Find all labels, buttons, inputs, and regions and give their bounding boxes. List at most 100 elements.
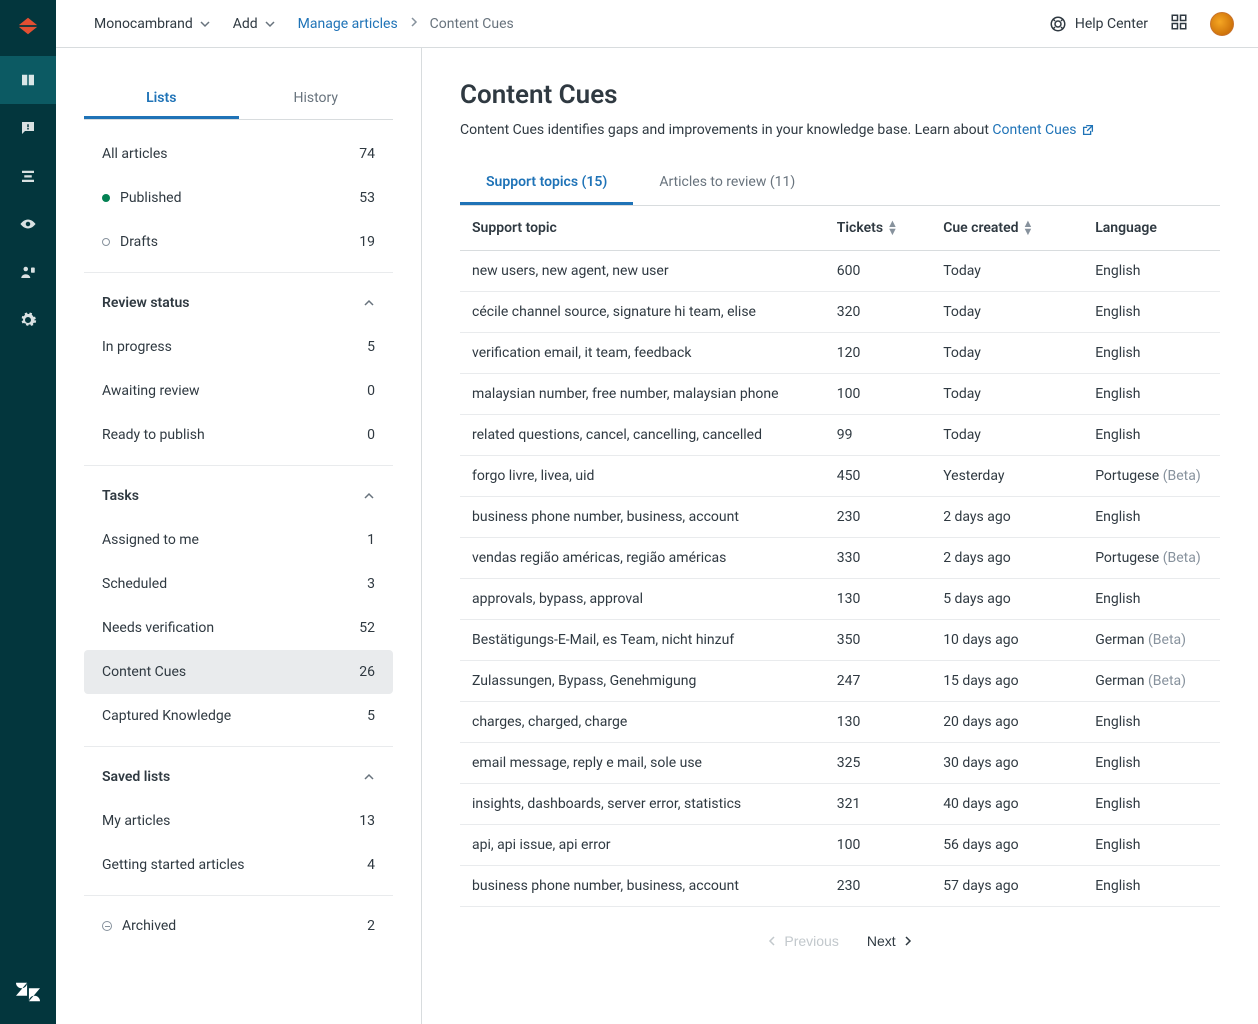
sidebar-item-label: Awaiting review — [102, 383, 200, 399]
sidebar-item[interactable]: In progress5 — [84, 325, 393, 369]
breadcrumb-current: Content Cues — [430, 16, 514, 32]
breadcrumb-link[interactable]: Manage articles — [298, 16, 398, 32]
sidebar-item-count: 26 — [359, 664, 375, 680]
table-row[interactable]: business phone number, business, account… — [460, 866, 1220, 907]
tab-articles-to-review[interactable]: Articles to review (11) — [633, 162, 821, 205]
sidebar-item-archived[interactable]: Archived 2 — [84, 904, 393, 948]
cell-topic: malaysian number, free number, malaysian… — [460, 374, 825, 415]
tab-label: Support topics — [486, 174, 578, 190]
table-row[interactable]: vendas região américas, região américas3… — [460, 538, 1220, 579]
sidebar-item-label: Drafts — [120, 234, 158, 250]
cell-language: English — [1083, 497, 1220, 538]
col-header-language[interactable]: Language — [1083, 206, 1220, 251]
workspace-dropdown[interactable]: Monocambrand — [94, 16, 211, 32]
sidebar-item[interactable]: Awaiting review 0 — [84, 369, 393, 413]
help-label: Help Center — [1075, 16, 1148, 32]
sort-icon: ▲▼ — [887, 220, 898, 236]
sidebar-item-label: In progress — [102, 339, 172, 355]
sidebar-item-count: 52 — [359, 620, 375, 636]
status-dot-draft-icon — [102, 238, 110, 246]
cell-tickets: 325 — [825, 743, 931, 784]
table-row[interactable]: charges, charged, charge13020 days agoEn… — [460, 702, 1220, 743]
avatar[interactable] — [1210, 12, 1234, 36]
cell-tickets: 320 — [825, 292, 931, 333]
col-header-topic[interactable]: Support topic — [460, 206, 825, 251]
sidebar-item-label: Scheduled — [102, 576, 167, 592]
sidebar-item[interactable]: Ready to publish 0 — [84, 413, 393, 457]
table-row[interactable]: Bestätigungs-E-Mail, es Team, nicht hinz… — [460, 620, 1220, 661]
col-header-created[interactable]: Cue created▲▼ — [931, 206, 1083, 251]
tab-count: (15) — [582, 174, 608, 190]
table-row[interactable]: malaysian number, free number, malaysian… — [460, 374, 1220, 415]
sidebar-item[interactable]: Needs verification52 — [84, 606, 393, 650]
button-label: Next — [867, 933, 896, 949]
cell-created: 2 days ago — [931, 497, 1083, 538]
nav-arrange-icon[interactable] — [0, 152, 56, 200]
section-label: Review status — [102, 295, 189, 311]
col-label: Language — [1095, 220, 1157, 236]
sidebar-item-label: Ready to publish — [102, 427, 205, 443]
cell-created: 30 days ago — [931, 743, 1083, 784]
table-row[interactable]: verification email, it team, feedback120… — [460, 333, 1220, 374]
topbar: Monocambrand Add Manage articles Content… — [56, 0, 1258, 48]
sidebar-tab-history[interactable]: History — [239, 80, 394, 119]
nav-users-icon[interactable] — [0, 248, 56, 296]
cell-language: English — [1083, 415, 1220, 456]
table-row[interactable]: Zulassungen, Bypass, Genehmigung24715 da… — [460, 661, 1220, 702]
sidebar-tab-lists[interactable]: Lists — [84, 80, 239, 119]
cell-tickets: 321 — [825, 784, 931, 825]
apps-icon[interactable] — [1170, 13, 1188, 35]
nav-eye-icon[interactable] — [0, 200, 56, 248]
sidebar-item[interactable]: Captured Knowledge5 — [84, 694, 393, 738]
add-dropdown[interactable]: Add — [233, 16, 276, 32]
chevron-right-icon — [902, 935, 914, 947]
table-row[interactable]: new users, new agent, new user600TodayEn… — [460, 251, 1220, 292]
cell-topic: cécile channel source, signature hi team… — [460, 292, 825, 333]
sidebar-item[interactable]: Assigned to me1 — [84, 518, 393, 562]
table-row[interactable]: cécile channel source, signature hi team… — [460, 292, 1220, 333]
table-row[interactable]: approvals, bypass, approval1305 days ago… — [460, 579, 1220, 620]
next-button[interactable]: Next — [867, 933, 914, 949]
table-row[interactable]: forgo livre, livea, uid450YesterdayPortu… — [460, 456, 1220, 497]
chevron-up-icon — [363, 771, 375, 783]
cell-language: Portugese (Beta) — [1083, 456, 1220, 497]
sidebar-item[interactable]: Content Cues26 — [84, 650, 393, 694]
beta-badge: (Beta) — [1163, 550, 1201, 566]
learn-more-link[interactable]: Content Cues — [992, 122, 1094, 138]
col-label: Tickets — [837, 220, 883, 236]
sidebar-section-review[interactable]: Review status — [84, 281, 393, 325]
cell-created: 5 days ago — [931, 579, 1083, 620]
sidebar-section-saved[interactable]: Saved lists — [84, 755, 393, 799]
table-row[interactable]: business phone number, business, account… — [460, 497, 1220, 538]
sidebar-item[interactable]: Scheduled3 — [84, 562, 393, 606]
cell-created: 57 days ago — [931, 866, 1083, 907]
sidebar-item-published[interactable]: Published 53 — [84, 176, 393, 220]
sidebar-item[interactable]: Getting started articles4 — [84, 843, 393, 887]
nav-guide-icon[interactable] — [0, 56, 56, 104]
cell-tickets: 130 — [825, 579, 931, 620]
sidebar-item-label: Assigned to me — [102, 532, 199, 548]
prev-button[interactable]: Previous — [766, 933, 838, 949]
col-header-tickets[interactable]: Tickets▲▼ — [825, 206, 931, 251]
chevron-left-icon — [766, 935, 778, 947]
sidebar-item-count: 0 — [367, 383, 375, 399]
sidebar-item[interactable]: My articles13 — [84, 799, 393, 843]
table-row[interactable]: email message, reply e mail, sole use325… — [460, 743, 1220, 784]
sidebar-item-all-articles[interactable]: All articles 74 — [84, 132, 393, 176]
nav-feedback-icon[interactable] — [0, 104, 56, 152]
help-center-link[interactable]: Help Center — [1049, 15, 1148, 33]
cell-tickets: 600 — [825, 251, 931, 292]
table-row[interactable]: insights, dashboards, server error, stat… — [460, 784, 1220, 825]
table-row[interactable]: api, api issue, api error10056 days agoE… — [460, 825, 1220, 866]
chevron-right-icon — [408, 16, 420, 32]
sidebar-section-tasks[interactable]: Tasks — [84, 474, 393, 518]
sidebar-item-count: 74 — [359, 146, 375, 162]
nav-settings-icon[interactable] — [0, 296, 56, 344]
cell-topic: api, api issue, api error — [460, 825, 825, 866]
sidebar-item-count: 0 — [367, 427, 375, 443]
sidebar-item-drafts[interactable]: Drafts 19 — [84, 220, 393, 264]
table-row[interactable]: related questions, cancel, cancelling, c… — [460, 415, 1220, 456]
tab-support-topics[interactable]: Support topics (15) — [460, 162, 633, 205]
sidebar-item-count: 13 — [359, 813, 375, 829]
chevron-up-icon — [363, 490, 375, 502]
